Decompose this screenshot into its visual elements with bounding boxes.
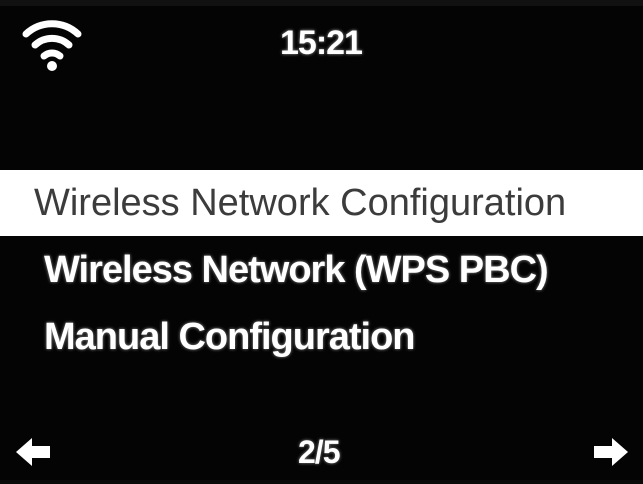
pager: 2/5 [0, 428, 643, 480]
menu-item-manual-configuration[interactable]: Manual Configuration [0, 304, 643, 370]
arrow-right-icon[interactable] [594, 438, 628, 466]
status-bar: 15:21 [0, 0, 643, 100]
menu-item-wireless-network-wps-pbc[interactable]: Wireless Network (WPS PBC) [0, 237, 643, 303]
settings-menu: Wireless Network Configuration Wireless … [0, 170, 643, 370]
clock-time: 15:21 [280, 24, 363, 62]
wifi-icon [22, 14, 82, 74]
page-indicator: 2/5 [298, 434, 340, 470]
device-screen: 15:21 Wireless Network Configuration Wir… [0, 0, 643, 484]
menu-item-wireless-network-configuration[interactable]: Wireless Network Configuration [0, 170, 643, 236]
arrow-left-icon[interactable] [16, 438, 50, 466]
